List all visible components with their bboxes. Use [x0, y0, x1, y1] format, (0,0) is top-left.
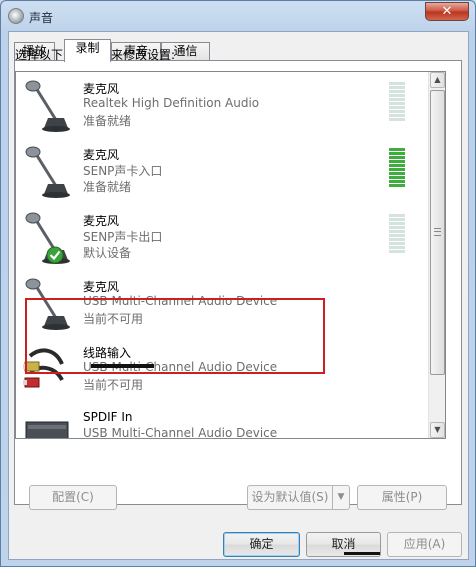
device-status: 当前不可用 [83, 312, 144, 326]
device-status: 准备就绪 [83, 180, 132, 194]
device-name: 麦克风 [83, 214, 120, 228]
list-item[interactable]: 线路输入 USB Multi-Channel Audio Device 当前不可… [16, 338, 424, 404]
device-status: 准备就绪 [83, 114, 132, 128]
list-item[interactable]: 麦克风 SENP声卡出口 默认设备 [16, 206, 424, 272]
scroll-thumb[interactable] [430, 90, 445, 375]
vertical-scrollbar[interactable]: ▲ ▼ [428, 72, 445, 438]
close-button[interactable]: ✕ [425, 2, 469, 21]
device-status: 默认设备 [83, 246, 132, 260]
chevron-down-icon[interactable]: ▼ [332, 486, 349, 509]
device-list[interactable]: 麦克风 Realtek High Definition Audio 准备就绪 麦… [15, 71, 446, 439]
annotation-underline [344, 552, 380, 555]
level-meter [389, 148, 405, 188]
line-in-cable-icon [23, 348, 64, 388]
sound-dialog: 声音 ✕ 播放 录制 声音 通信 选择以下录制设备来修改设置: 麦克风 Real… [0, 0, 476, 567]
list-item[interactable]: SPDIF In USB Multi-Channel Audio Device [16, 404, 424, 439]
speaker-icon [8, 8, 24, 24]
microphone-icon [25, 146, 70, 198]
device-description: SENP声卡入口 [83, 164, 163, 178]
microphone-icon [25, 80, 70, 132]
microphone-icon [25, 278, 70, 330]
set-default-button[interactable]: 设为默认值(S) ▼ [247, 485, 350, 510]
device-name: 麦克风 [83, 82, 120, 96]
level-meter [389, 214, 405, 254]
title-bar[interactable]: 声音 ✕ [1, 1, 475, 33]
device-name: SPDIF In [83, 410, 133, 424]
list-item[interactable]: 麦克风 Realtek High Definition Audio 准备就绪 [16, 74, 424, 140]
window-title: 声音 [29, 11, 54, 25]
device-name: 线路输入 [83, 346, 132, 360]
device-name: 麦克风 [83, 148, 120, 162]
default-check-icon [46, 246, 64, 264]
properties-button[interactable]: 属性(P) [357, 485, 447, 510]
configure-button[interactable]: 配置(C) [29, 485, 117, 510]
scroll-up-button[interactable]: ▲ [430, 72, 445, 88]
device-name: 麦克风 [83, 280, 120, 294]
set-default-label: 设为默认值(S) [251, 490, 329, 504]
spdif-device-icon [25, 421, 69, 438]
level-meter [389, 82, 405, 122]
list-item[interactable]: 麦克风 USB Multi-Channel Audio Device 当前不可用 [16, 272, 424, 338]
list-item[interactable]: 麦克风 SENP声卡入口 准备就绪 [16, 140, 424, 206]
device-description: SENP声卡出口 [83, 230, 163, 244]
apply-button[interactable]: 应用(A) [387, 532, 462, 557]
scroll-down-button[interactable]: ▼ [430, 422, 445, 438]
device-status: 当前不可用 [83, 378, 144, 392]
ok-button[interactable]: 确定 [223, 532, 300, 557]
annotation-underline [91, 364, 154, 368]
device-description: USB Multi-Channel Audio Device [83, 426, 278, 439]
tab-recording[interactable]: 录制 [64, 39, 111, 62]
device-description: Realtek High Definition Audio [83, 96, 260, 110]
device-description: USB Multi-Channel Audio Device [83, 294, 278, 308]
